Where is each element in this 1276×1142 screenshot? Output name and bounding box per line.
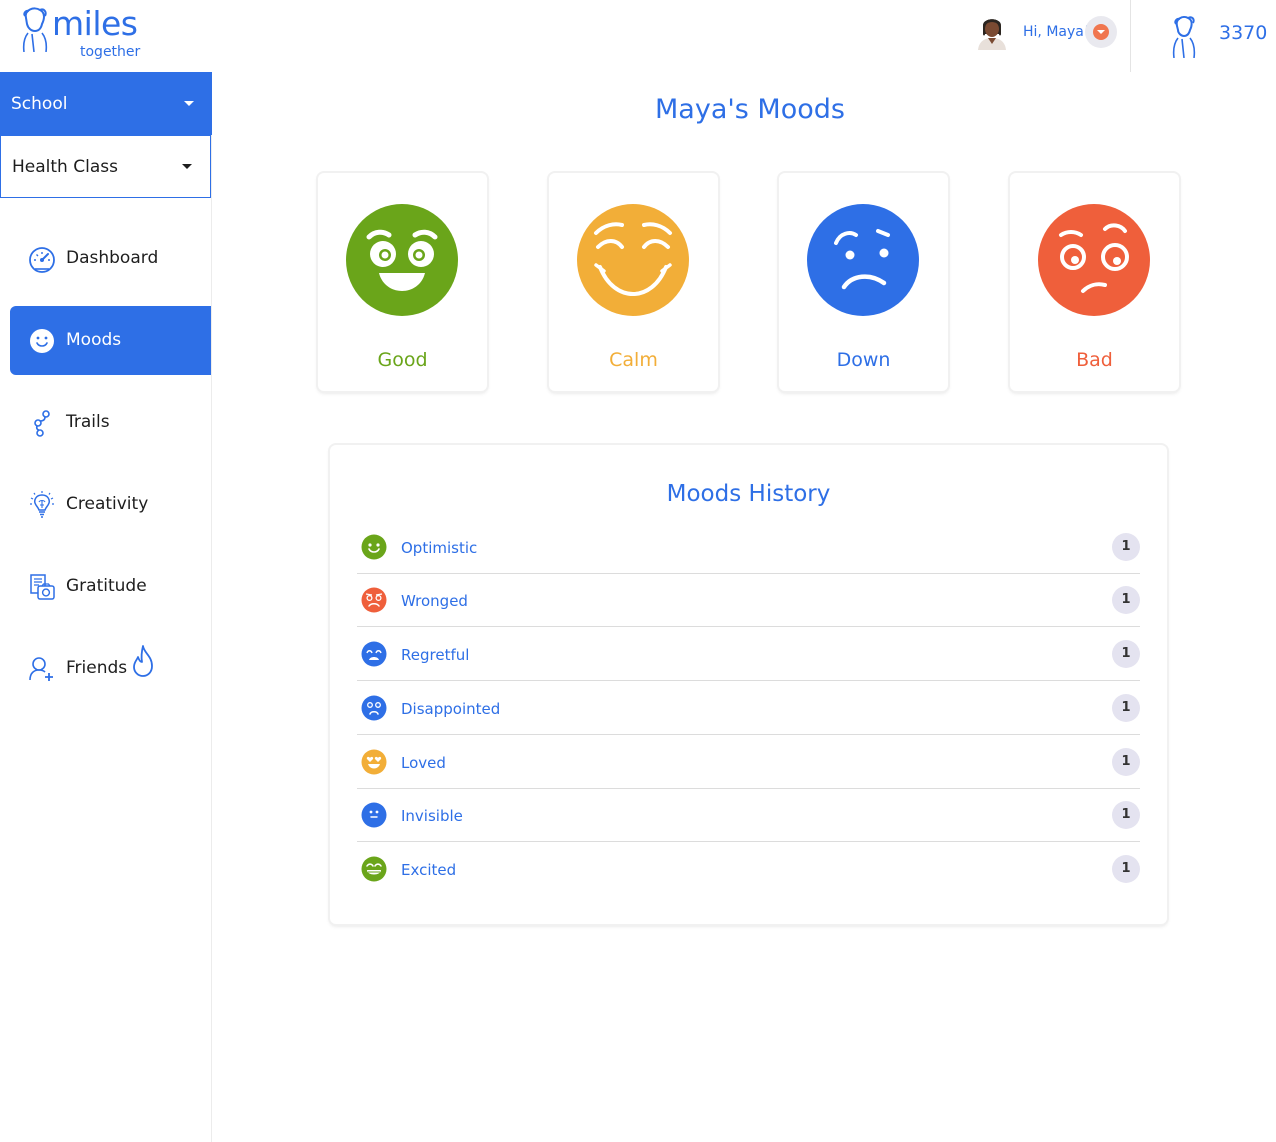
- history-row-label: Disappointed: [401, 700, 501, 718]
- sidebar-item-label: Trails: [66, 412, 110, 432]
- caret-down-icon: [182, 164, 192, 169]
- mood-label: Calm: [609, 349, 658, 371]
- history-row-disappointed[interactable]: Disappointed 1: [357, 681, 1140, 735]
- moods-history-card: Moods History Optimistic 1 Wronged 1 Reg…: [330, 445, 1167, 924]
- sidebar-item-label: Moods: [66, 330, 122, 350]
- history-row-optimistic[interactable]: Optimistic 1: [357, 520, 1140, 574]
- count-badge: 1: [1112, 640, 1140, 668]
- history-row-wronged[interactable]: Wronged 1: [357, 573, 1140, 627]
- count-badge: 1: [1112, 748, 1140, 776]
- speedometer-icon: [29, 247, 55, 273]
- points-counter: 3370: [1219, 22, 1268, 44]
- history-row-loved[interactable]: Loved 1: [357, 735, 1140, 789]
- history-row-label: Regretful: [401, 646, 470, 664]
- mood-label: Good: [377, 349, 428, 371]
- page-title: Maya's Moods: [655, 94, 845, 125]
- sidebar: School Health Class Dashboard Moods Trai…: [0, 72, 212, 1142]
- logo-person-icon: [22, 7, 48, 52]
- disappointed-face-icon: [361, 695, 387, 721]
- class-select[interactable]: Health Class: [0, 135, 211, 198]
- mood-card-calm[interactable]: Calm: [549, 173, 718, 391]
- user-greeting: Hi, Maya!: [1023, 24, 1090, 40]
- history-row-label: Wronged: [401, 592, 468, 610]
- history-row-excited[interactable]: Excited 1: [357, 842, 1140, 896]
- school-select[interactable]: School: [0, 72, 212, 135]
- count-badge: 1: [1112, 801, 1140, 829]
- mood-label: Bad: [1076, 349, 1113, 371]
- sidebar-item-creativity[interactable]: Creativity: [10, 470, 211, 539]
- sidebar-item-label: Creativity: [66, 494, 149, 514]
- invisible-face-icon: [361, 802, 387, 828]
- loved-face-icon: [361, 749, 387, 775]
- history-row-label: Excited: [401, 861, 457, 879]
- bad-face-icon: [1038, 204, 1150, 316]
- user-menu[interactable]: Hi, Maya!: [975, 12, 1125, 56]
- history-row-label: Loved: [401, 754, 446, 772]
- photo-journal-icon: [30, 574, 55, 600]
- history-row-label: Invisible: [401, 807, 463, 825]
- smiley-icon: [30, 329, 54, 353]
- calm-face-icon: [577, 204, 689, 316]
- optimistic-face-icon: [361, 534, 387, 560]
- wronged-face-icon: [361, 587, 387, 613]
- sidebar-item-label: Dashboard: [66, 248, 159, 268]
- caret-down-icon: [184, 101, 194, 106]
- mood-label: Down: [836, 349, 891, 371]
- top-header: miles together Hi, Maya! 3370: [0, 0, 1276, 72]
- class-select-label: Health Class: [12, 157, 118, 177]
- points-avatar-icon: [1172, 16, 1196, 58]
- school-select-label: School: [11, 94, 68, 114]
- good-face-icon: [346, 204, 458, 316]
- count-badge: 1: [1112, 694, 1140, 722]
- sidebar-item-label: Friends: [66, 658, 128, 678]
- logo-wordmark: miles: [52, 4, 138, 43]
- sidebar-item-gratitude[interactable]: Gratitude: [10, 552, 211, 621]
- sidebar-item-friends[interactable]: Friends: [10, 634, 211, 703]
- regretful-face-icon: [361, 641, 387, 667]
- history-row-regretful[interactable]: Regretful 1: [357, 627, 1140, 681]
- history-row-label: Optimistic: [401, 539, 478, 557]
- count-badge: 1: [1112, 855, 1140, 883]
- sidebar-item-trails[interactable]: Trails: [10, 388, 211, 457]
- header-divider: [1130, 0, 1131, 72]
- excited-face-icon: [361, 856, 387, 882]
- down-face-icon: [807, 204, 919, 316]
- flame-streak-icon: [133, 645, 153, 677]
- user-dropdown-button[interactable]: [1085, 16, 1117, 48]
- mood-card-bad[interactable]: Bad: [1010, 173, 1179, 391]
- history-title: Moods History: [666, 481, 831, 507]
- sidebar-item-label: Gratitude: [66, 576, 147, 596]
- count-badge: 1: [1112, 586, 1140, 614]
- user-avatar: [978, 19, 1006, 50]
- logo-tagline: together: [80, 44, 141, 60]
- sidebar-item-dashboard[interactable]: Dashboard: [10, 224, 211, 293]
- chevron-down-icon: [1093, 24, 1109, 40]
- mood-card-down[interactable]: Down: [779, 173, 948, 391]
- count-badge: 1: [1112, 533, 1140, 561]
- history-row-invisible[interactable]: Invisible 1: [357, 788, 1140, 842]
- lightbulb-icon: [30, 491, 54, 518]
- miles-logo[interactable]: miles together: [20, 4, 150, 66]
- trail-icon: [34, 410, 50, 437]
- sidebar-item-moods[interactable]: Moods: [10, 306, 211, 375]
- add-friend-icon: [29, 657, 53, 681]
- mood-card-good[interactable]: Good: [318, 173, 487, 391]
